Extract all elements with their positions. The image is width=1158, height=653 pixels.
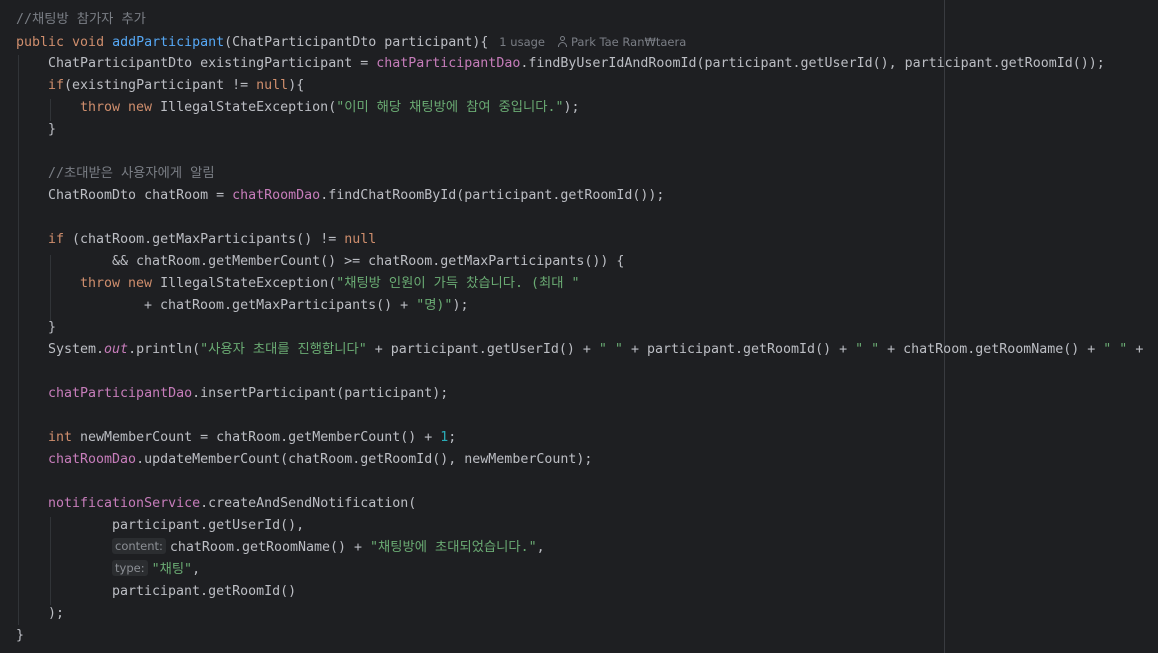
code-token: participant.getUserId(),	[112, 518, 305, 533]
code-line[interactable]	[0, 141, 48, 163]
code-line[interactable]: notificationService.createAndSendNotific…	[0, 493, 416, 515]
code-token: null	[256, 78, 289, 93]
code-line[interactable]	[0, 361, 48, 383]
code-token: ,	[192, 562, 201, 577]
code-token: }	[16, 628, 25, 643]
right-margin-guide	[944, 0, 945, 653]
code-token: + participant.getUserId() +	[366, 342, 599, 357]
code-line[interactable]: //초대받은 사용자에게 알림	[0, 163, 215, 185]
code-token: "채팅방에 초대되었습니다."	[370, 540, 537, 555]
code-token: chatRoom.getRoomName() +	[169, 540, 371, 555]
code-token: );	[452, 298, 469, 313]
code-token: + participant.getRoomId() +	[622, 342, 856, 357]
code-line[interactable]: chatParticipantDao.insertParticipant(par…	[0, 383, 448, 405]
code-token: IllegalStateException(	[160, 100, 337, 115]
code-line[interactable]: //채팅방 참가자 추가	[0, 9, 146, 31]
code-token: if	[48, 78, 65, 93]
code-token: ,	[536, 540, 545, 555]
code-token: " "	[855, 342, 880, 357]
code-token: }	[48, 320, 57, 335]
code-token: .insertParticipant(participant);	[192, 386, 449, 401]
code-token: //초대받은 사용자에게 알림	[48, 166, 215, 181]
inlay-meta[interactable]: 1 usage	[488, 35, 545, 49]
code-token: chatRoomDao	[232, 188, 321, 203]
code-line[interactable]: if (chatRoom.getMaxParticipants() != nul…	[0, 229, 376, 251]
code-line[interactable]: content: chatRoom.getRoomName() + "채팅방에 초…	[0, 537, 545, 559]
code-token: .findByUserIdAndRoomId(participant.getUs…	[520, 56, 1105, 71]
code-token: null	[344, 232, 377, 247]
code-token: }	[48, 122, 57, 137]
code-token: public	[16, 35, 73, 50]
code-token: notificationService	[48, 496, 201, 511]
code-line[interactable]: participant.getRoomId()	[0, 581, 296, 603]
code-line[interactable]	[0, 207, 48, 229]
code-token: new	[128, 100, 161, 115]
code-token: "사용자 초대를 진행합니다"	[200, 342, 367, 357]
code-token: " "	[1103, 342, 1128, 357]
code-token: participant.getRoomId()	[112, 584, 297, 599]
code-token: chatParticipantDao	[376, 56, 521, 71]
code-token: );	[563, 100, 580, 115]
code-line[interactable]: System.out.println("사용자 초대를 진행합니다" + par…	[0, 339, 1143, 361]
code-token: chatRoomDao	[48, 452, 137, 467]
code-token: throw	[80, 276, 129, 291]
code-token: "이미 해당 채팅방에 참여 중입니다."	[336, 100, 564, 115]
inlay-meta[interactable]: Park Tae Ran₩taera	[571, 35, 686, 49]
code-token: .createAndSendNotification(	[200, 496, 417, 511]
code-line[interactable]: ChatRoomDto chatRoom = chatRoomDao.findC…	[0, 185, 664, 207]
code-line[interactable]: + chatRoom.getMaxParticipants() + "명)");	[0, 295, 468, 317]
code-line[interactable]	[0, 471, 48, 493]
code-token: void	[72, 35, 113, 50]
code-line[interactable]: participant.getUserId(),	[0, 515, 304, 537]
code-line[interactable]: int newMemberCount = chatRoom.getMemberC…	[0, 427, 456, 449]
code-token: out	[104, 342, 129, 357]
code-line[interactable]: ChatParticipantDto existingParticipant =…	[0, 53, 1105, 75]
code-token: "채팅"	[151, 562, 193, 577]
code-token: if	[48, 232, 73, 247]
code-editor[interactable]: //채팅방 참가자 추가 public void addParticipant(C…	[0, 0, 1158, 653]
code-token: .updateMemberCount(chatRoom.getRoomId(),…	[136, 452, 593, 467]
code-token: addParticipant	[112, 35, 225, 50]
code-token: + chatRoom.getRoomName() +	[879, 342, 1104, 357]
code-token: "명)"	[416, 298, 453, 313]
code-line[interactable]: if(existingParticipant != null){	[0, 75, 304, 97]
code-token: && chatRoom.getMemberCount() >= chatRoom…	[112, 254, 625, 269]
code-token: ChatParticipantDto existingParticipant =	[48, 56, 377, 71]
code-token: ChatRoomDto chatRoom =	[48, 188, 233, 203]
code-token: + chatRoom.getMaxParticipants() +	[144, 298, 417, 313]
code-line[interactable]: chatRoomDao.updateMemberCount(chatRoom.g…	[0, 449, 592, 471]
code-token: " "	[598, 342, 623, 357]
code-token: "채팅방 인원이 가득 찼습니다. (최대 "	[336, 276, 580, 291]
code-token: System.	[48, 342, 105, 357]
code-line[interactable]: throw new IllegalStateException("채팅방 인원이…	[0, 273, 580, 295]
code-token: .println(	[128, 342, 201, 357]
code-token: );	[48, 606, 65, 621]
code-line[interactable]: }	[0, 119, 56, 141]
code-line[interactable]: public void addParticipant(ChatParticipa…	[0, 31, 686, 53]
code-line[interactable]: && chatRoom.getMemberCount() >= chatRoom…	[0, 251, 624, 273]
code-token: .findChatRoomById(participant.getRoomId(…	[320, 188, 665, 203]
person-icon	[557, 36, 568, 47]
code-token: //채팅방 참가자 추가	[16, 12, 146, 27]
code-line[interactable]: throw new IllegalStateException("이미 해당 채…	[0, 97, 580, 119]
code-token: newMemberCount = chatRoom.getMemberCount…	[80, 430, 441, 445]
code-line[interactable]: type: "채팅",	[0, 559, 200, 581]
code-token: IllegalStateException(	[160, 276, 337, 291]
code-token: throw	[80, 100, 129, 115]
code-line[interactable]: }	[0, 625, 24, 647]
code-line[interactable]: }	[0, 317, 56, 339]
code-token: (ChatParticipantDto participant){	[224, 35, 489, 50]
code-token: (existingParticipant !=	[64, 78, 257, 93]
code-token: +	[1127, 342, 1144, 357]
code-token: int	[48, 430, 81, 445]
code-token: new	[128, 276, 161, 291]
code-token: ){	[288, 78, 305, 93]
code-token: chatParticipantDao	[48, 386, 193, 401]
code-line[interactable]	[0, 405, 48, 427]
code-line[interactable]: );	[0, 603, 64, 625]
code-token: (chatRoom.getMaxParticipants() !=	[72, 232, 345, 247]
parameter-hint: type:	[112, 560, 148, 576]
parameter-hint: content:	[112, 538, 166, 554]
code-token: ;	[448, 430, 457, 445]
